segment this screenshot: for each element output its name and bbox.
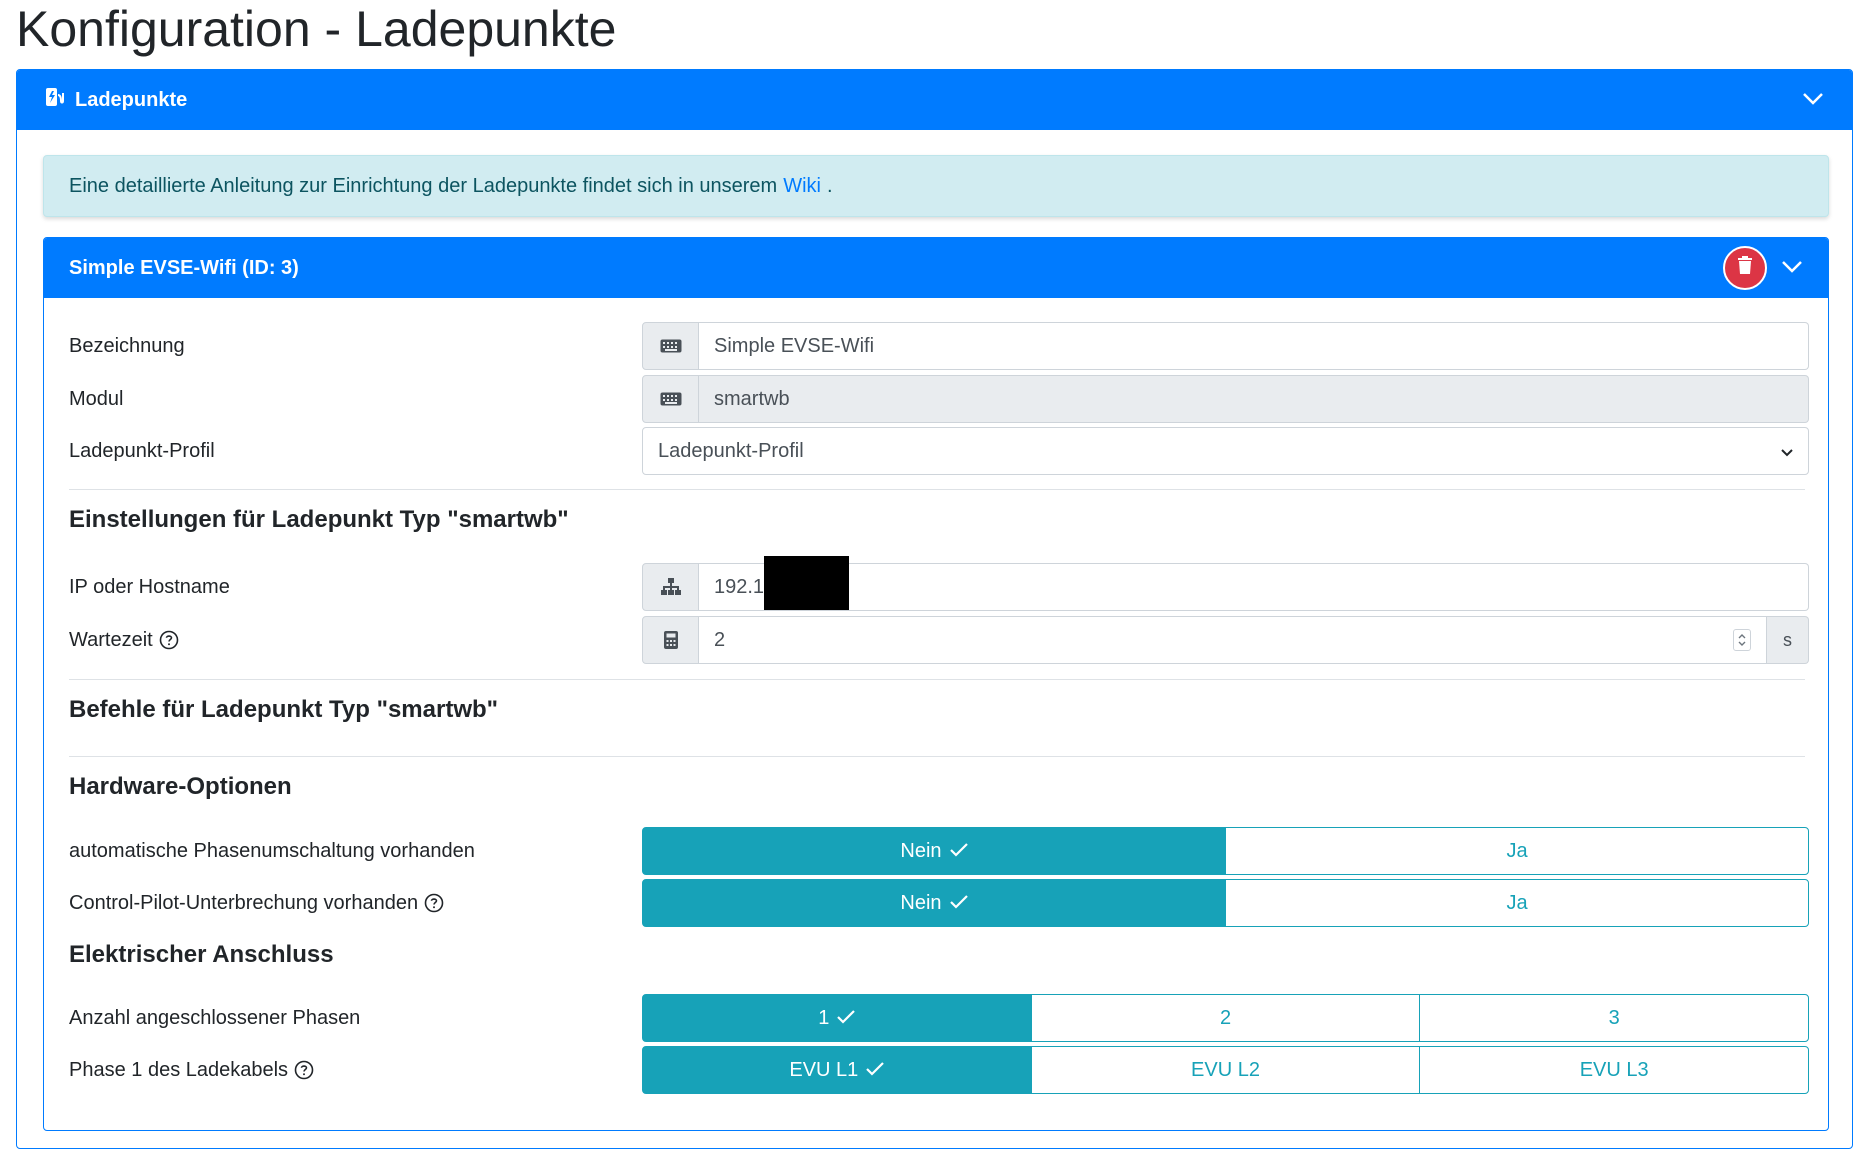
phase1-label: Phase 1 des Ladekabels	[69, 1058, 289, 1081]
wait-value: 2	[714, 628, 726, 651]
alert-text-end: .	[826, 174, 833, 197]
module-row: Modul smartwb	[69, 375, 1809, 423]
check-icon	[949, 840, 968, 863]
help-icon[interactable]	[159, 630, 179, 650]
phase1-row: Phase 1 des Ladekabels EVU L1 EVU L2 EVU…	[69, 1046, 1810, 1094]
divider	[69, 756, 1805, 757]
network-icon	[642, 563, 699, 611]
control-pilot-label: Control-Pilot-Unterbrechung vorhanden	[69, 891, 419, 914]
chevron-down-icon[interactable]	[1802, 89, 1824, 112]
phase-switch-row: automatische Phasenumschaltung vorhanden…	[69, 827, 1809, 875]
check-icon	[949, 892, 968, 915]
keyboard-icon	[642, 322, 699, 370]
divider	[69, 679, 1805, 680]
charging-station-icon	[45, 87, 65, 113]
wait-unit: s	[1767, 616, 1809, 664]
profile-select-value: Ladepunkt-Profil	[658, 439, 804, 462]
page-title: Konfiguration - Ladepunkte	[16, 1, 617, 57]
chevron-down-icon	[1781, 440, 1793, 463]
ip-value: 192.1	[714, 575, 765, 598]
phase1-l3-button[interactable]: EVU L3	[1419, 1046, 1810, 1094]
profile-select[interactable]: Ladepunkt-Profil	[642, 427, 1809, 475]
wait-label: Wartezeit	[69, 628, 153, 651]
module-input: smartwb	[699, 375, 1809, 423]
control-pilot-row: Control-Pilot-Unterbrechung vorhanden Ne…	[69, 879, 1809, 927]
phase-switch-no-button[interactable]: Nein	[642, 827, 1226, 875]
page: Konfiguration - Ladepunkte Ladepunkte Ei…	[0, 0, 1865, 1149]
ladepunkte-card: Ladepunkte Eine detaillierte Anleitung z…	[16, 69, 1853, 1149]
phases-3-button[interactable]: 3	[1419, 994, 1810, 1042]
name-input[interactable]: Simple EVSE-Wifi	[699, 322, 1809, 370]
wiki-link[interactable]: Wiki	[783, 175, 821, 198]
trash-icon	[1737, 256, 1753, 280]
phases-label: Anzahl angeschlossener Phasen	[69, 1006, 361, 1029]
help-icon[interactable]	[294, 1060, 314, 1080]
wait-input[interactable]: 2	[699, 616, 1767, 664]
phase1-l2-button[interactable]: EVU L2	[1030, 1046, 1421, 1094]
control-pilot-no-button[interactable]: Nein	[642, 879, 1226, 927]
charge-point-title: Simple EVSE-Wifi (ID: 3)	[69, 256, 299, 279]
control-pilot-toggle: Nein Ja	[642, 879, 1809, 927]
keyboard-icon	[642, 375, 699, 423]
name-row: Bezeichnung Simple EVSE-Wifi	[69, 322, 1809, 370]
name-label: Bezeichnung	[69, 334, 185, 357]
check-icon	[866, 1059, 885, 1082]
divider	[69, 489, 1805, 490]
spinner-icon[interactable]	[1733, 629, 1751, 651]
charge-point-card-header[interactable]: Simple EVSE-Wifi (ID: 3)	[44, 238, 1828, 298]
delete-charge-point-button[interactable]	[1723, 246, 1767, 290]
settings-heading: Einstellungen für Ladepunkt Typ "smartwb…	[69, 506, 569, 533]
phase1-l1-button[interactable]: EVU L1	[642, 1046, 1032, 1094]
check-icon	[837, 1007, 856, 1030]
ladepunkte-card-header[interactable]: Ladepunkte	[17, 70, 1852, 130]
phase-switch-label: automatische Phasenumschaltung vorhanden	[69, 839, 475, 862]
phase-switch-toggle: Nein Ja	[642, 827, 1809, 875]
ip-row: IP oder Hostname 192.1	[69, 556, 1809, 611]
profile-row: Ladepunkt-Profil Ladepunkt-Profil	[69, 427, 1809, 475]
wait-row: Wartezeit 2 s	[69, 616, 1809, 664]
profile-label: Ladepunkt-Profil	[69, 439, 215, 462]
ip-label: IP oder Hostname	[69, 575, 230, 598]
ladepunkte-card-title: Ladepunkte	[75, 88, 188, 111]
chevron-down-icon[interactable]	[1781, 257, 1803, 280]
hardware-heading: Hardware-Optionen	[69, 773, 292, 800]
control-pilot-yes-button[interactable]: Ja	[1225, 879, 1809, 927]
help-icon[interactable]	[424, 893, 444, 913]
phases-2-button[interactable]: 2	[1030, 994, 1421, 1042]
redaction-box	[764, 556, 849, 610]
phases-toggle: 1 2 3	[642, 994, 1810, 1042]
module-label: Modul	[69, 387, 124, 410]
phases-row: Anzahl angeschlossener Phasen 1 2 3	[69, 994, 1810, 1042]
commands-heading: Befehle für Ladepunkt Typ "smartwb"	[69, 696, 499, 723]
phases-1-button[interactable]: 1	[642, 994, 1032, 1042]
charge-point-card: Simple EVSE-Wifi (ID: 3) Bezeichnung Sim…	[43, 237, 1829, 1131]
alert-text: Eine detaillierte Anleitung zur Einricht…	[69, 174, 778, 197]
wiki-info-alert: Eine detaillierte Anleitung zur Einricht…	[43, 155, 1829, 217]
phase-switch-yes-button[interactable]: Ja	[1225, 827, 1809, 875]
calculator-icon	[642, 616, 699, 664]
ip-input[interactable]: 192.1	[699, 556, 1809, 611]
electrical-heading: Elektrischer Anschluss	[69, 941, 334, 968]
phase1-toggle: EVU L1 EVU L2 EVU L3	[642, 1046, 1810, 1094]
